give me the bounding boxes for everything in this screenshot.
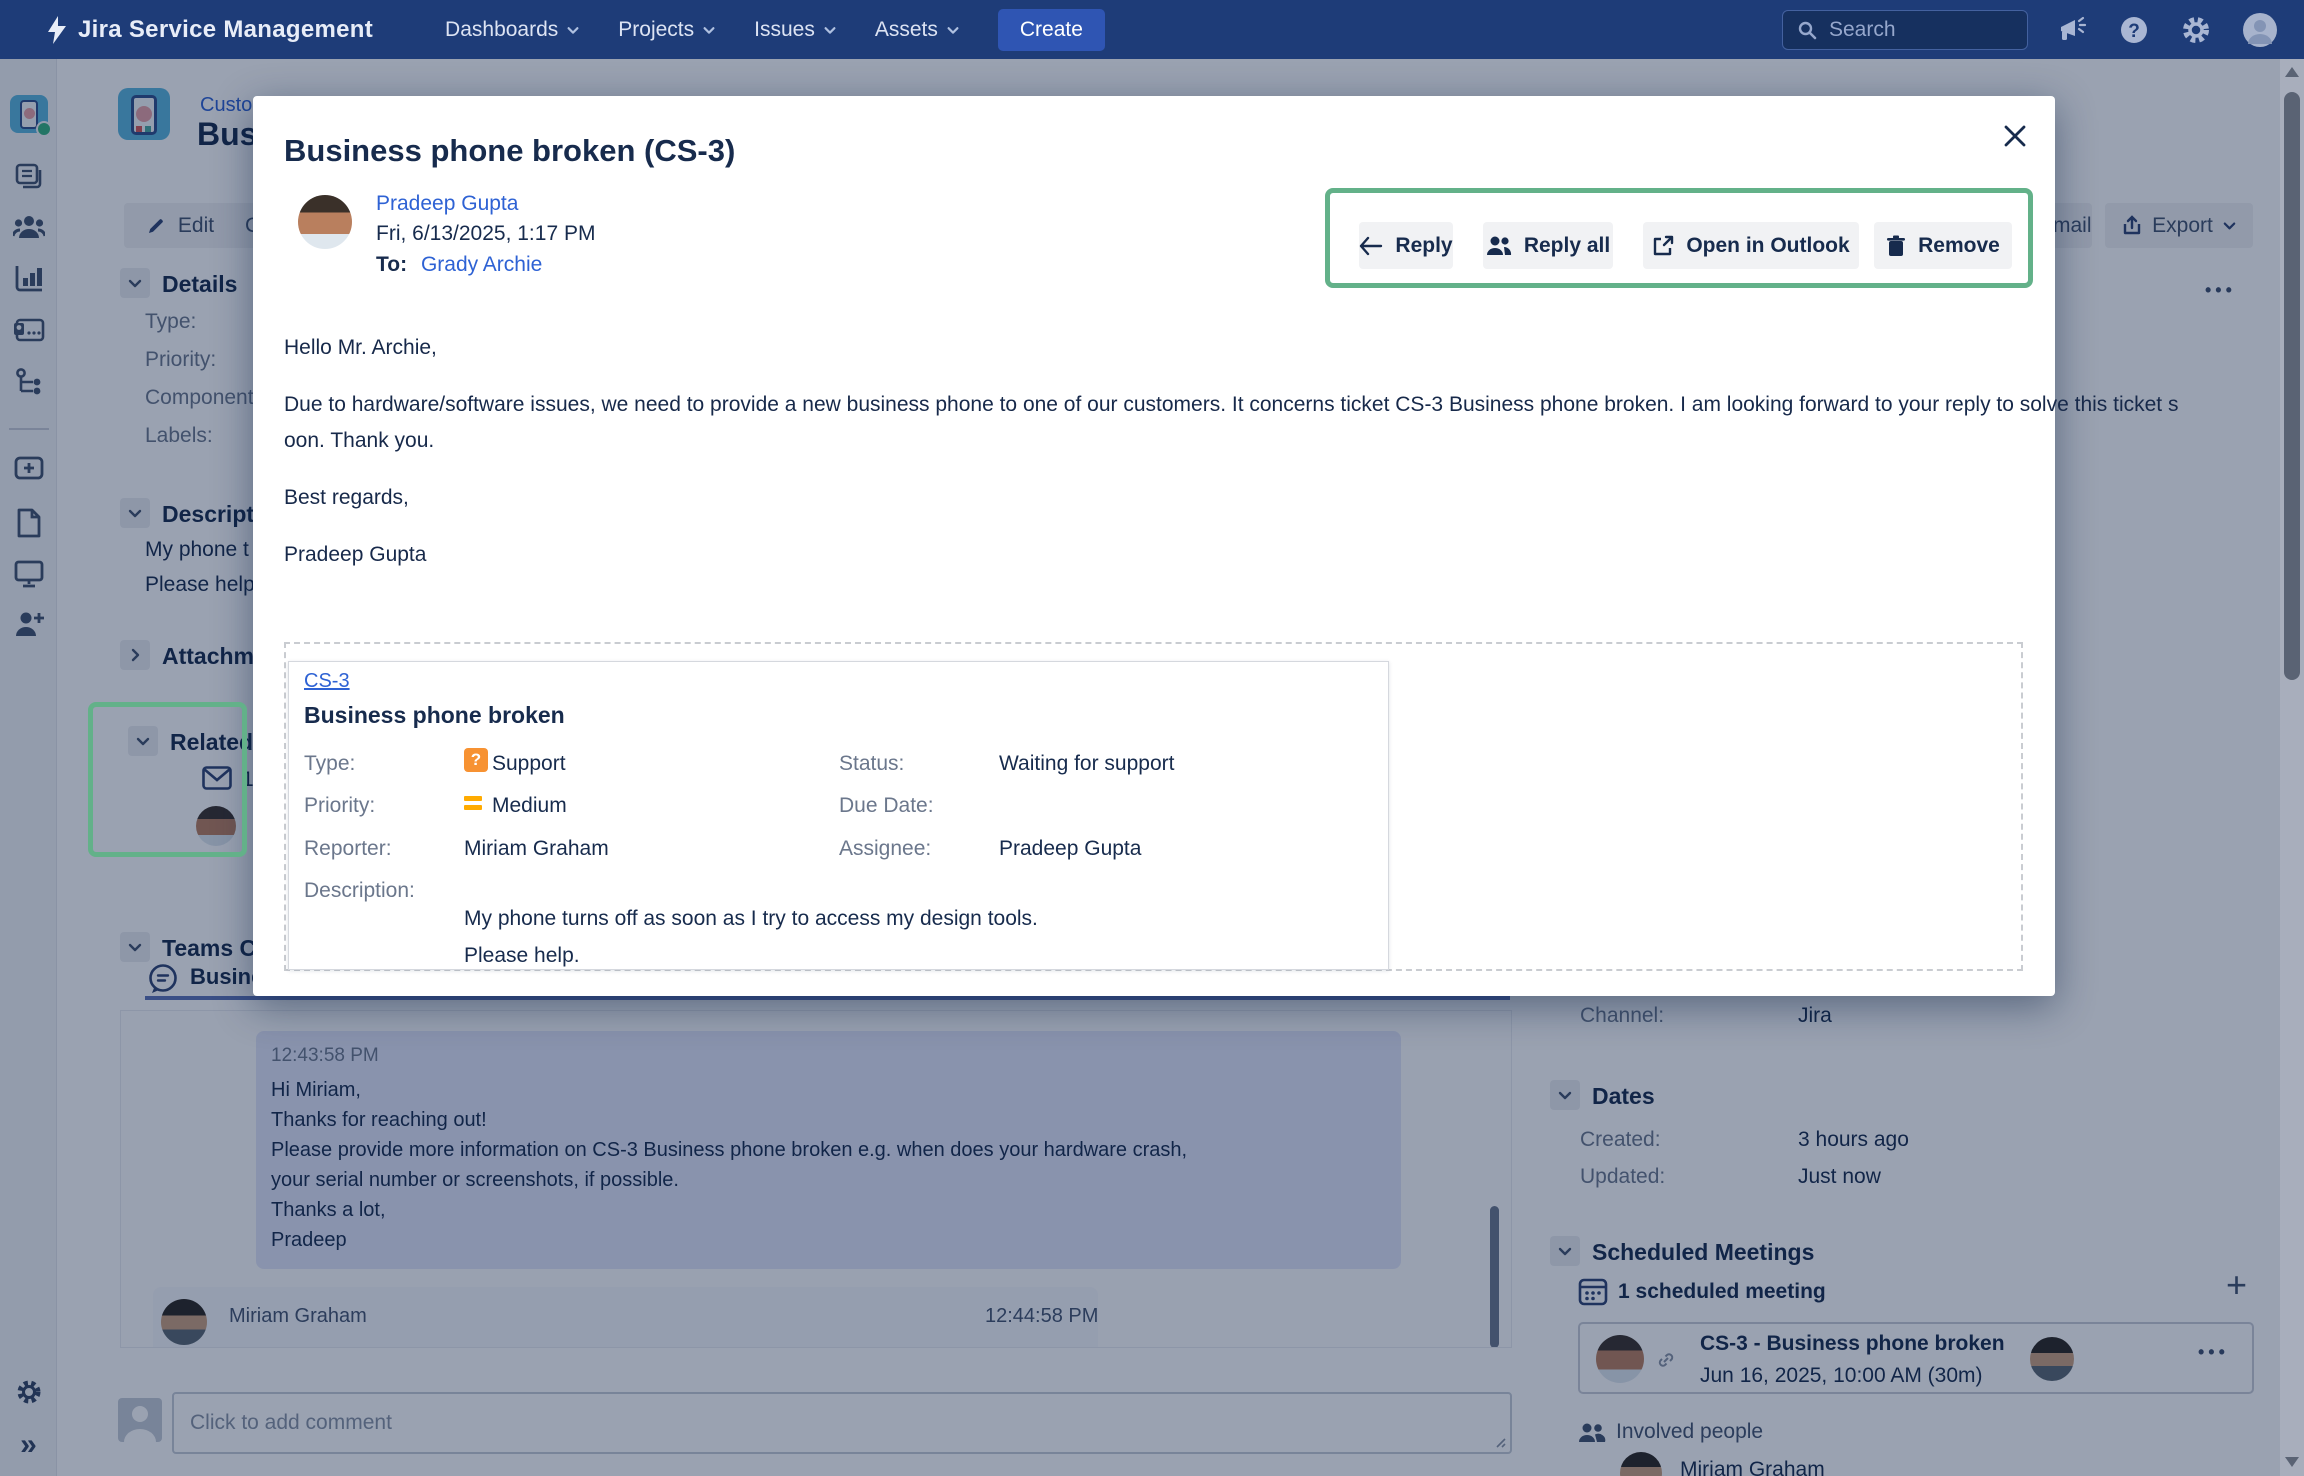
ticket-reporter-value: Miriam Graham [464, 837, 609, 861]
modal-title: Business phone broken (CS-3) [284, 133, 735, 169]
ticket-title: Business phone broken [304, 702, 565, 729]
email-body-line: oon. Thank you. [284, 429, 434, 453]
ticket-priority-value: Medium [492, 794, 567, 818]
close-icon[interactable] [2001, 122, 2029, 150]
nav-menu-issues[interactable]: Issues [754, 18, 837, 42]
sender-name[interactable]: Pradeep Gupta [376, 192, 518, 216]
support-type-icon: ? [464, 748, 488, 772]
search-input[interactable]: Search [1782, 10, 2028, 50]
settings-button[interactable] [2180, 14, 2212, 46]
nav-menu-label: Dashboards [445, 18, 558, 42]
trash-icon [1886, 235, 1906, 257]
ticket-type-value: Support [492, 752, 566, 776]
svg-text:?: ? [2128, 21, 2140, 42]
reply-all-label: Reply all [1524, 234, 1610, 258]
megaphone-icon [2058, 16, 2088, 44]
sender-date: Fri, 6/13/2025, 1:17 PM [376, 222, 595, 246]
ticket-card: CS-3 Business phone broken Type: ? Suppo… [288, 661, 1389, 970]
open-external-icon [1652, 235, 1674, 257]
reply-all-button[interactable]: Reply all [1483, 222, 1613, 269]
ticket-due-label: Due Date: [839, 794, 934, 818]
open-in-outlook-label: Open in Outlook [1686, 234, 1849, 258]
avatar [298, 195, 352, 249]
ticket-description-line: My phone turns off as soon as I try to a… [464, 907, 1038, 931]
people-icon [1486, 235, 1512, 257]
question-icon: ? [2118, 14, 2150, 46]
ticket-assignee-value: Pradeep Gupta [999, 837, 1141, 861]
ticket-type-label: Type: [304, 752, 355, 776]
ticket-description-line: Please help. [464, 944, 580, 968]
profile-button[interactable] [2242, 12, 2278, 48]
ticket-status-value: Waiting for support [999, 752, 1174, 776]
scroll-up-icon[interactable] [2284, 66, 2300, 78]
bolt-logo-icon [44, 15, 70, 45]
remove-button[interactable]: Remove [1874, 222, 2012, 269]
ticket-priority-label: Priority: [304, 794, 375, 818]
nav-menu-label: Projects [618, 18, 694, 42]
app-logo-text[interactable]: Jira Service Management [78, 16, 373, 44]
nav-menu-label: Issues [754, 18, 815, 42]
nav-menu-dashboards[interactable]: Dashboards [445, 18, 580, 42]
to-label: To: [376, 253, 407, 276]
app-window: Custo Bus Edit C mail Export ••• Details… [0, 0, 2304, 1476]
chevron-down-icon [823, 23, 837, 37]
chevron-down-icon [702, 23, 716, 37]
help-button[interactable]: ? [2118, 14, 2150, 46]
top-navbar: Jira Service Management Dashboards Proje… [0, 0, 2304, 59]
page-scrollbar-thumb[interactable] [2284, 92, 2300, 680]
create-button[interactable]: Create [998, 9, 1105, 51]
recipient-name[interactable]: Grady Archie [421, 253, 542, 276]
email-body-line: Best regards, [284, 486, 409, 510]
chevron-down-icon [566, 23, 580, 37]
ticket-status-label: Status: [839, 752, 904, 776]
nav-menu-label: Assets [875, 18, 938, 42]
gear-icon [2180, 14, 2212, 46]
reply-button[interactable]: Reply [1359, 222, 1453, 269]
search-icon [1797, 20, 1817, 40]
recipient-row: To: Grady Archie [376, 253, 542, 277]
announcements-button[interactable] [2058, 16, 2088, 44]
ticket-description-label: Description: [304, 879, 415, 903]
priority-medium-icon-bar [464, 805, 482, 810]
reply-arrow-icon [1359, 236, 1383, 256]
email-body-line: Hello Mr. Archie, [284, 336, 437, 360]
ticket-assignee-label: Assignee: [839, 837, 931, 861]
reply-label: Reply [1395, 234, 1452, 258]
remove-label: Remove [1918, 234, 2000, 258]
avatar [2242, 12, 2278, 48]
priority-medium-icon [464, 796, 482, 801]
ticket-reporter-label: Reporter: [304, 837, 392, 861]
chevron-down-icon [946, 23, 960, 37]
nav-menu-assets[interactable]: Assets [875, 18, 960, 42]
nav-menu-projects[interactable]: Projects [618, 18, 716, 42]
email-body-line: Due to hardware/software issues, we need… [284, 393, 2178, 417]
ticket-key-link[interactable]: CS-3 [304, 670, 350, 693]
scroll-down-icon[interactable] [2284, 1456, 2300, 1468]
email-detail-modal: Business phone broken (CS-3) Pradeep Gup… [253, 96, 2055, 996]
open-in-outlook-button[interactable]: Open in Outlook [1643, 222, 1859, 269]
search-placeholder: Search [1829, 18, 1896, 42]
email-body-line: Pradeep Gupta [284, 543, 426, 567]
